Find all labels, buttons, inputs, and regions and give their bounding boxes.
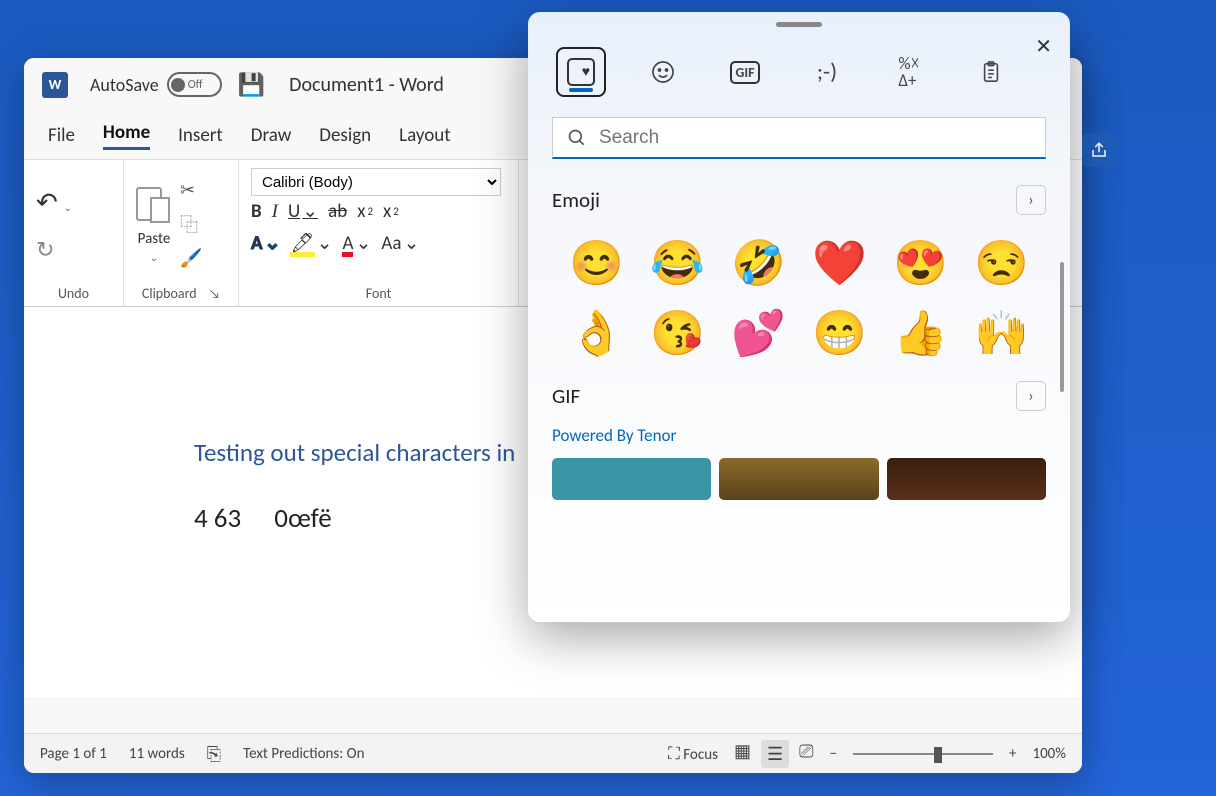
tab-layout[interactable]: Layout [399, 124, 450, 147]
font-color-button[interactable]: A ⌄ [342, 232, 371, 255]
undo-group-label: Undo [36, 281, 111, 302]
search-icon [567, 128, 587, 148]
search-box[interactable] [552, 117, 1046, 159]
scrollbar-icon[interactable] [1060, 262, 1064, 392]
bold-button[interactable]: B [251, 200, 262, 223]
drag-handle-icon[interactable] [776, 22, 822, 27]
tab-kaomoji[interactable]: ;-) [802, 47, 852, 97]
paste-label: Paste [138, 230, 171, 248]
panel-tabs: ♥ GIF ;-) %☓Δ+ [528, 33, 1070, 107]
emoji-item[interactable]: 😒 [969, 241, 1034, 285]
status-bar: Page 1 of 1 11 words ⎘ Text Predictions:… [24, 733, 1082, 773]
clipboard-group: Paste ⌄ ✂ ⿻ 🖌️ Clipboard↘ [124, 160, 239, 306]
web-layout-icon[interactable]: ⎚ [799, 740, 813, 768]
clipboard-buttons: ✂ ⿻ 🖌️ [180, 179, 202, 269]
toggle-knob-icon [171, 78, 185, 92]
autosave: AutoSave Off [90, 72, 222, 97]
underline-button[interactable]: U ⌄ [288, 200, 318, 223]
tab-draw[interactable]: Draw [251, 124, 291, 147]
emoji-item[interactable]: 🤣 [726, 241, 791, 285]
strikethrough-button[interactable]: ab [328, 200, 347, 223]
emoji-item[interactable]: 💕 [726, 311, 791, 355]
emoji-item[interactable]: 👌 [564, 311, 629, 355]
cut-icon[interactable]: ✂ [180, 179, 202, 201]
paste-icon [136, 185, 172, 227]
tab-clipboard[interactable] [966, 47, 1016, 97]
gif-thumbnail[interactable] [552, 458, 711, 500]
font-group: Calibri (Body) B I U ⌄ ab x2 x2 A ⌄ 🖊 ⌄ … [239, 160, 519, 306]
emoji-item[interactable]: 😂 [645, 241, 710, 285]
font-group-label: Font [251, 281, 506, 302]
paste-button[interactable]: Paste ⌄ [136, 185, 172, 264]
search-input[interactable] [599, 127, 1031, 149]
document-title: Document1 - Word [289, 73, 444, 97]
zoom-thumb-icon [934, 747, 942, 763]
tab-file[interactable]: File [48, 124, 75, 147]
zoom-in-icon[interactable]: + [1009, 745, 1016, 763]
emoji-item[interactable]: 👍 [888, 311, 953, 355]
emoji-grid: 😊 😂 🤣 ❤️ 😍 😒 👌 😘 💕 😁 👍 🙌 [528, 223, 1070, 373]
emoji-section-title: Emoji [552, 187, 600, 213]
tab-design[interactable]: Design [319, 124, 371, 147]
spellcheck-icon[interactable]: ⎘ [207, 743, 221, 765]
undo-group: ↶ ⌄ ↻ Undo [24, 160, 124, 306]
tab-insert[interactable]: Insert [178, 124, 223, 147]
autosave-toggle[interactable]: Off [167, 72, 222, 97]
share-button[interactable] [1082, 133, 1116, 167]
change-case-button[interactable]: Aa ⌄ [381, 232, 419, 255]
emoji-item[interactable]: 😍 [888, 241, 953, 285]
gif-thumbnail[interactable] [719, 458, 878, 500]
gif-thumbnail[interactable] [887, 458, 1046, 500]
highlight-button[interactable]: 🖊 ⌄ [290, 231, 332, 255]
autosave-label: AutoSave [90, 74, 159, 96]
undo-icon[interactable]: ↶ ⌄ [36, 186, 72, 218]
emoji-more-button[interactable]: › [1016, 185, 1046, 215]
emoji-item[interactable]: 😊 [564, 241, 629, 285]
save-icon[interactable]: 💾 [238, 71, 265, 98]
tab-symbols[interactable]: %☓Δ+ [884, 47, 934, 97]
word-logo: W [42, 72, 68, 98]
emoji-panel: ✕ ♥ GIF ;-) %☓Δ+ Emoji › 😊 😂 🤣 ❤️ 😍 😒 👌 … [528, 12, 1070, 622]
gif-row [528, 458, 1070, 500]
tab-home[interactable]: Home [103, 121, 150, 150]
autosave-state: Off [188, 78, 203, 92]
tab-sticker[interactable]: ♥ [556, 47, 606, 97]
page-status[interactable]: Page 1 of 1 [40, 745, 107, 763]
read-mode-icon[interactable]: ▦ [734, 740, 751, 768]
zoom-out-icon[interactable]: − [830, 745, 837, 763]
emoji-item[interactable]: 😘 [645, 311, 710, 355]
format-painter-icon[interactable]: 🖌️ [180, 247, 202, 269]
sticker-icon: ♥ [567, 58, 595, 86]
clipboard-group-label: Clipboard↘ [136, 281, 226, 302]
font-name-select[interactable]: Calibri (Body) [251, 168, 501, 196]
text-predictions[interactable]: Text Predictions: On [243, 745, 364, 763]
tenor-link[interactable]: Powered By Tenor [528, 419, 1070, 458]
emoji-item[interactable]: 😁 [807, 311, 872, 355]
gif-section-header: GIF › [528, 373, 1070, 419]
zoom-level[interactable]: 100% [1032, 745, 1066, 763]
chevron-down-icon: ⌄ [150, 251, 158, 264]
zoom-slider[interactable] [853, 753, 993, 755]
emoji-item[interactable]: ❤️ [807, 241, 872, 285]
tab-emoji[interactable] [638, 47, 688, 97]
text-effects-button[interactable]: A ⌄ [251, 232, 280, 255]
italic-button[interactable]: I [272, 201, 278, 223]
copy-icon[interactable]: ⿻ [180, 211, 202, 237]
tab-gif[interactable]: GIF [720, 47, 770, 97]
emoji-section-header: Emoji › [528, 177, 1070, 223]
gif-more-button[interactable]: › [1016, 381, 1046, 411]
redo-icon[interactable]: ↻ [36, 236, 54, 263]
superscript-button[interactable]: x2 [383, 200, 399, 223]
focus-mode[interactable]: ⛶ Focus [668, 743, 718, 764]
word-count[interactable]: 11 words [129, 745, 185, 763]
emoji-item[interactable]: 🙌 [969, 311, 1034, 355]
print-layout-icon[interactable]: ☰ [761, 740, 789, 768]
gif-section-title: GIF [552, 383, 580, 409]
panel-close-button[interactable]: ✕ [1035, 34, 1052, 59]
dialog-launcher-icon[interactable]: ↘ [209, 287, 220, 302]
subscript-button[interactable]: x2 [357, 200, 373, 223]
